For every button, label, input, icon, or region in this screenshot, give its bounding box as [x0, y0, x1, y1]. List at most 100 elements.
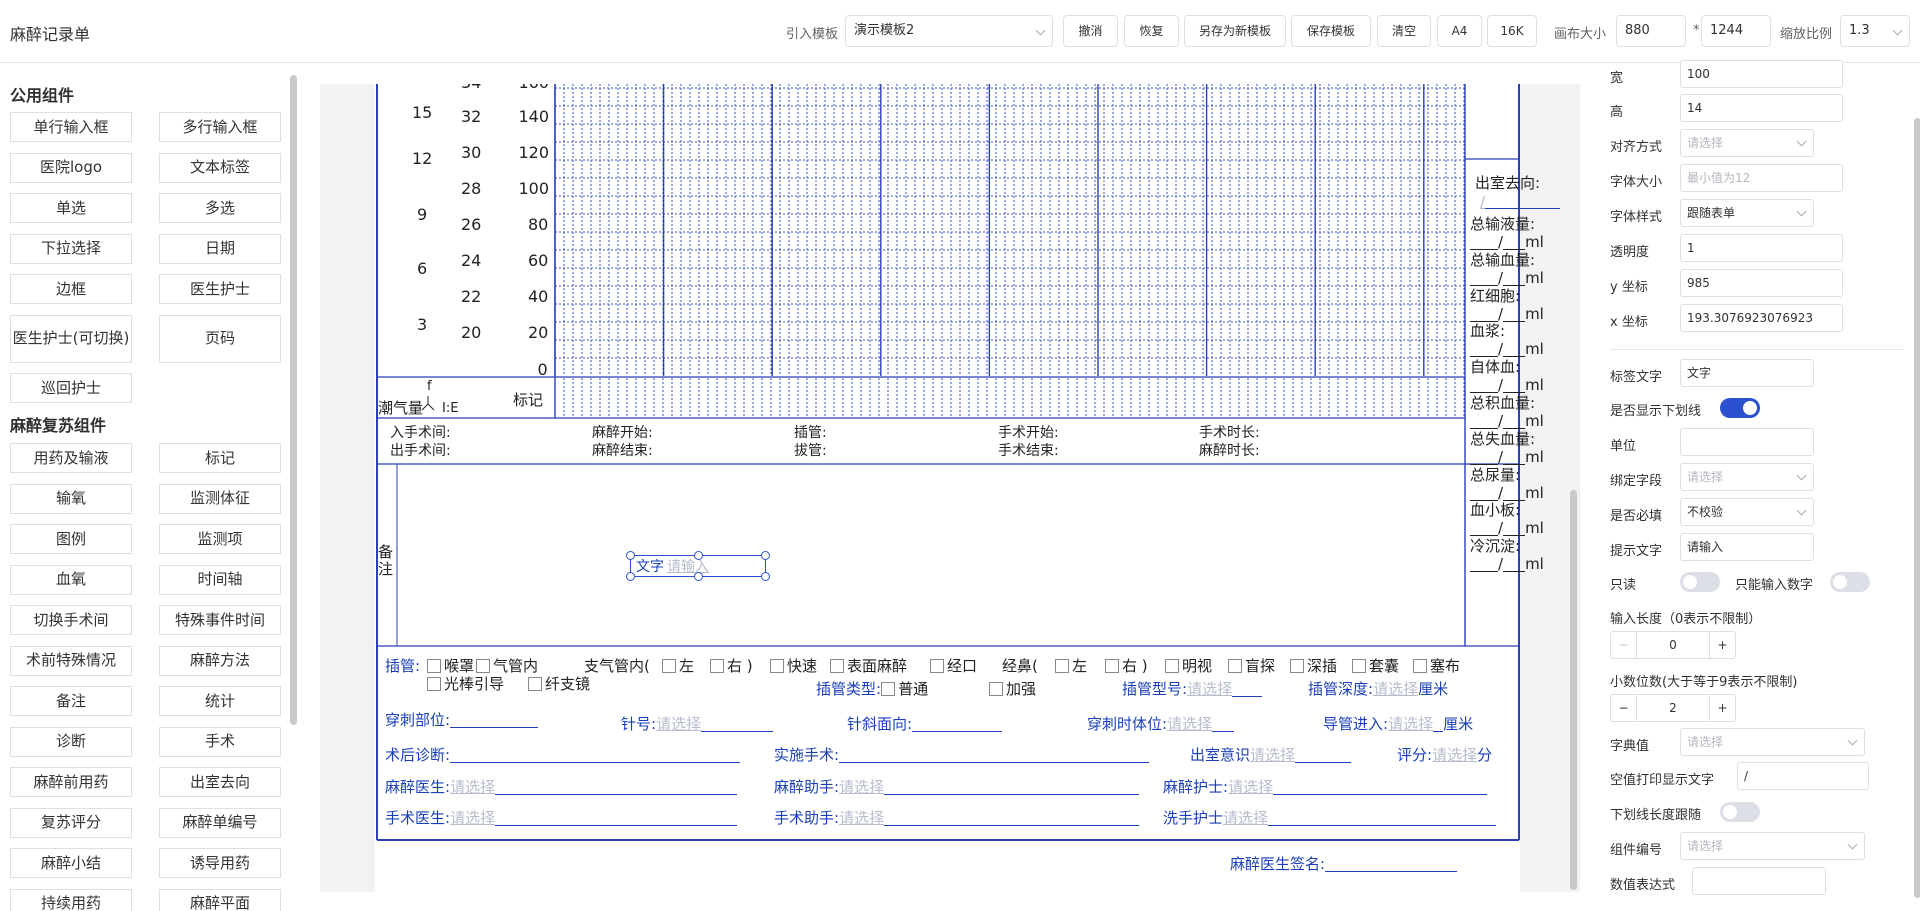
component-button[interactable]: 标记: [159, 443, 281, 473]
checkbox[interactable]: [1290, 659, 1304, 673]
component-button[interactable]: 边框: [10, 274, 132, 304]
needle-field[interactable]: 针号:请选择: [621, 717, 774, 732]
component-button[interactable]: 手术: [159, 726, 281, 757]
bind-field-select[interactable]: 请选择: [1680, 463, 1814, 491]
time-field[interactable]: 入手术间:: [390, 426, 451, 440]
component-button[interactable]: 诊断: [10, 726, 132, 757]
component-button[interactable]: 复苏评分: [10, 807, 132, 838]
required-select[interactable]: 不校验: [1680, 498, 1814, 526]
minus-icon[interactable]: −: [1611, 632, 1637, 658]
exit-consciousness-field[interactable]: 出室意识请选择: [1190, 748, 1352, 763]
component-button[interactable]: 多行输入框: [159, 112, 281, 142]
tag-text-input[interactable]: 文字: [1680, 359, 1814, 387]
checkbox[interactable]: [1165, 659, 1179, 673]
catheter-field[interactable]: 导管进入:请选择 厘米: [1323, 717, 1473, 732]
component-button[interactable]: 特殊事件时间: [159, 605, 281, 635]
decimal-value[interactable]: 2: [1637, 695, 1709, 721]
surgeon-field[interactable]: 手术医生:请选择: [385, 811, 738, 826]
sidebar-scrollbar[interactable]: [290, 75, 297, 725]
component-button[interactable]: 监测项: [159, 524, 281, 554]
checkbox[interactable]: [710, 659, 724, 673]
component-button[interactable]: 术前特殊情况: [10, 645, 132, 676]
component-button[interactable]: 下拉选择: [10, 233, 132, 264]
component-button[interactable]: 医生护士: [159, 274, 281, 304]
component-button[interactable]: 多选: [159, 193, 281, 223]
time-field[interactable]: 出手术间:: [390, 444, 451, 458]
anesthesia-nurse-field[interactable]: 麻醉护士:请选择: [1163, 780, 1488, 795]
canvas-height-input[interactable]: 1244: [1701, 15, 1771, 47]
component-button[interactable]: 诱导用药: [159, 848, 281, 878]
intubation-option[interactable]: 支气管内(: [584, 659, 650, 674]
checkbox[interactable]: [830, 659, 844, 673]
surgery-field[interactable]: 实施手术:: [774, 748, 1150, 763]
time-field[interactable]: 麻醉开始:: [592, 426, 653, 440]
intubation-option[interactable]: 塞布: [1413, 659, 1460, 674]
time-field[interactable]: 手术开始:: [998, 426, 1059, 440]
summary-item-field[interactable]: / ml: [1470, 521, 1544, 537]
intubation-option[interactable]: 表面麻醉: [830, 659, 907, 674]
hint-text-input[interactable]: 请输入: [1680, 533, 1814, 561]
bevel-field[interactable]: 针斜面向:: [847, 717, 1003, 732]
input-length-stepper[interactable]: − 0 +: [1610, 631, 1736, 659]
intubation-option[interactable]: 明视: [1165, 659, 1212, 674]
component-button[interactable]: 备注: [10, 686, 132, 716]
anesthesia-doctor-field[interactable]: 麻醉医生:请选择: [385, 780, 738, 795]
canvas-scrollbar[interactable]: [1570, 490, 1577, 890]
intubation-option[interactable]: 右 ): [710, 659, 753, 674]
undo-button[interactable]: 撤消: [1063, 15, 1118, 47]
resize-handle[interactable]: [761, 572, 770, 581]
component-button[interactable]: 用药及输液: [10, 443, 132, 473]
intubation-depth-field[interactable]: 插管深度:请选择厘米: [1308, 682, 1448, 697]
decimal-stepper[interactable]: − 2 +: [1610, 694, 1736, 722]
summary-item-field[interactable]: / ml: [1470, 306, 1544, 322]
zoom-select[interactable]: 1.3: [1840, 15, 1910, 47]
component-button[interactable]: 麻醉平面: [159, 888, 281, 911]
properties-scrollbar[interactable]: [1914, 118, 1920, 898]
time-field[interactable]: 手术结束:: [998, 444, 1059, 458]
summary-item-field[interactable]: / ml: [1470, 270, 1544, 286]
checkbox[interactable]: [881, 682, 896, 696]
intubation-option[interactable]: 光棒引导: [427, 677, 504, 692]
numeric-only-toggle[interactable]: [1830, 572, 1870, 592]
intubation-option[interactable]: 深插: [1290, 659, 1337, 674]
checkbox[interactable]: [989, 682, 1003, 696]
opacity-input[interactable]: 1: [1680, 234, 1843, 262]
intubation-option[interactable]: 经口: [930, 659, 977, 674]
component-button[interactable]: 时间轴: [159, 564, 281, 595]
time-field[interactable]: 麻醉时长:: [1199, 444, 1260, 458]
x-coordinate-input[interactable]: 193.3076923076923: [1680, 304, 1843, 332]
resize-handle[interactable]: [761, 551, 770, 560]
checkbox[interactable]: [427, 659, 441, 673]
score-field[interactable]: 评分:请选择分: [1397, 748, 1492, 763]
component-button[interactable]: 监测体征: [159, 483, 281, 514]
component-button[interactable]: 持续用药: [10, 888, 132, 911]
intubation-option[interactable]: 左: [1055, 659, 1087, 674]
template-select[interactable]: 演示模板2: [845, 15, 1053, 47]
puncture-position-field[interactable]: 穿刺时体位:请选择: [1087, 717, 1235, 732]
component-button[interactable]: 血氧: [10, 564, 132, 595]
component-button[interactable]: 文本标签: [159, 152, 281, 183]
a4-button[interactable]: A4: [1437, 15, 1482, 47]
clear-button[interactable]: 清空: [1377, 15, 1431, 47]
time-field[interactable]: 麻醉结束:: [592, 444, 653, 458]
summary-item-field[interactable]: / ml: [1470, 378, 1544, 394]
minus-icon[interactable]: −: [1611, 695, 1637, 721]
component-number-select[interactable]: 请选择: [1680, 832, 1865, 860]
summary-item-field[interactable]: / ml: [1470, 235, 1544, 250]
resize-handle[interactable]: [626, 572, 635, 581]
component-button[interactable]: 麻醉前用药: [10, 767, 132, 797]
checkbox[interactable]: [1352, 659, 1366, 673]
checkbox[interactable]: [528, 677, 542, 691]
surgery-assistant-field[interactable]: 手术助手:请选择: [774, 811, 1140, 826]
intubation-option[interactable]: 经鼻(: [1002, 659, 1038, 674]
underline-follow-toggle[interactable]: [1720, 802, 1760, 822]
summary-item-field[interactable]: / ml: [1470, 485, 1544, 501]
intubation-option[interactable]: 右 ): [1105, 659, 1148, 674]
width-input[interactable]: 100: [1680, 60, 1843, 88]
save-template-button[interactable]: 保存模板: [1291, 15, 1371, 47]
checkbox[interactable]: [770, 659, 784, 673]
component-button[interactable]: 医生护士(可切换): [10, 314, 132, 363]
input-length-value[interactable]: 0: [1637, 632, 1709, 658]
component-button[interactable]: 麻醉方法: [159, 645, 281, 676]
component-button[interactable]: 单选: [10, 193, 132, 223]
